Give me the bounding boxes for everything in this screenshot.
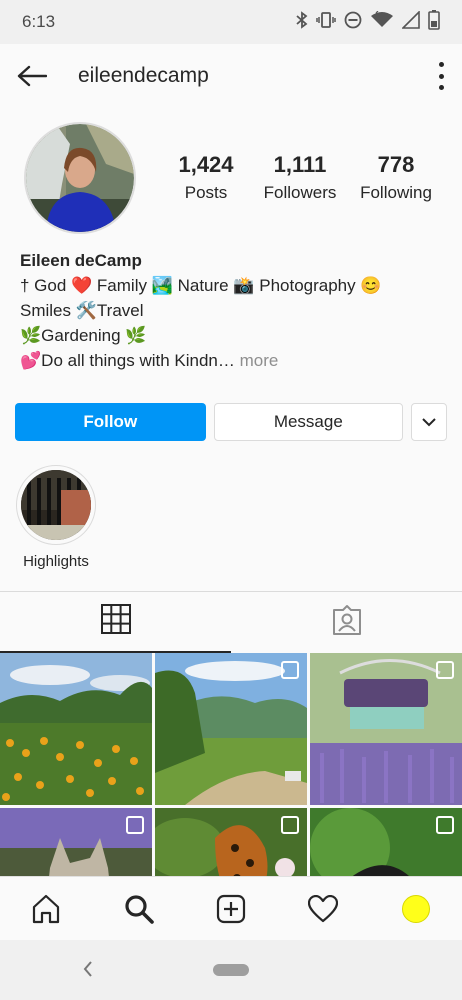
stat-followers-value: 1,111 bbox=[273, 152, 327, 177]
stat-posts-value: 1,424 bbox=[178, 152, 234, 177]
bottom-nav bbox=[0, 876, 462, 940]
suggested-accounts-button[interactable] bbox=[411, 403, 447, 441]
signal-icon bbox=[401, 9, 420, 34]
grid-post[interactable] bbox=[0, 653, 152, 805]
status-bar: 6:13 bbox=[0, 0, 462, 44]
system-nav-bar bbox=[0, 940, 462, 1000]
kebab-icon[interactable] bbox=[436, 62, 446, 90]
multiple-posts-icon bbox=[281, 661, 299, 679]
wifi-icon bbox=[370, 10, 394, 34]
stat-posts[interactable]: 1,424 Posts bbox=[160, 152, 252, 203]
search-icon[interactable] bbox=[115, 885, 163, 933]
bio: Eileen deCamp † God ❤️ Family 🏞️ Nature … bbox=[0, 248, 462, 373]
highlight-item[interactable]: Highlights bbox=[16, 465, 96, 570]
profile-stats: 1,424 Posts 1,111 Followers 778 Followin… bbox=[160, 152, 444, 203]
follow-button[interactable]: Follow bbox=[15, 403, 206, 441]
multiple-posts-icon bbox=[281, 816, 299, 834]
highlight-ring bbox=[16, 465, 96, 545]
multiple-posts-icon bbox=[436, 816, 454, 834]
profile-summary: 1,424 Posts 1,111 Followers 778 Followin… bbox=[0, 108, 462, 242]
stat-following-label: Following bbox=[360, 183, 432, 202]
post-grid bbox=[0, 653, 462, 880]
status-time: 6:13 bbox=[22, 12, 56, 31]
avatar[interactable] bbox=[24, 122, 136, 234]
profile-tabs bbox=[0, 591, 462, 653]
stat-followers[interactable]: 1,111 Followers bbox=[252, 152, 348, 203]
chevron-down-icon bbox=[422, 412, 436, 432]
message-button[interactable]: Message bbox=[213, 403, 404, 441]
new-post-icon[interactable] bbox=[207, 885, 255, 933]
vibrate-icon bbox=[316, 11, 336, 34]
status-icons bbox=[296, 9, 440, 35]
grid-post[interactable] bbox=[310, 808, 462, 880]
profile-avatar-icon bbox=[401, 894, 430, 923]
grid-icon bbox=[100, 604, 131, 639]
battery-icon bbox=[428, 9, 440, 35]
stat-posts-label: Posts bbox=[184, 183, 228, 202]
bio-line: 🌿Gardening 🌿 bbox=[20, 326, 147, 345]
multiple-posts-icon bbox=[126, 816, 144, 834]
bluetooth-icon bbox=[296, 10, 308, 34]
bio-line: † God ❤️ Family 🏞️ Nature 📸 Photography … bbox=[20, 276, 382, 295]
tab-grid[interactable] bbox=[0, 592, 231, 653]
system-home-button[interactable] bbox=[213, 964, 249, 976]
heart-icon[interactable] bbox=[299, 885, 347, 933]
grid-post[interactable] bbox=[0, 808, 152, 880]
profile-tab[interactable] bbox=[392, 885, 440, 933]
profile-actions: Follow Message bbox=[0, 403, 462, 441]
highlights-row: Highlights bbox=[0, 441, 462, 591]
profile-header: eileendecamp bbox=[0, 44, 462, 108]
stat-following-value: 778 bbox=[377, 152, 415, 177]
grid-post[interactable] bbox=[310, 653, 462, 805]
stat-following[interactable]: 778 Following bbox=[348, 152, 444, 203]
tab-tagged[interactable] bbox=[231, 592, 462, 653]
bio-line: Smiles 🛠️Travel bbox=[20, 301, 144, 320]
header-username: eileendecamp bbox=[78, 64, 209, 87]
highlight-label: Highlights bbox=[23, 553, 89, 570]
home-icon[interactable] bbox=[22, 885, 70, 933]
highlight-cover bbox=[21, 470, 91, 540]
arrow-left-icon[interactable] bbox=[16, 60, 48, 92]
bio-line: 💕Do all things with Kindn… bbox=[20, 351, 235, 370]
system-back-icon[interactable] bbox=[82, 960, 94, 983]
bio-line-last: 💕Do all things with Kindn… more bbox=[20, 348, 442, 373]
bio-more-link[interactable]: more bbox=[240, 351, 279, 370]
grid-post[interactable] bbox=[155, 653, 307, 805]
bio-name: Eileen deCamp bbox=[20, 251, 142, 270]
stat-followers-label: Followers bbox=[263, 183, 337, 202]
tagged-icon bbox=[331, 604, 363, 641]
multiple-posts-icon bbox=[436, 661, 454, 679]
dnd-icon bbox=[344, 11, 362, 34]
grid-post[interactable] bbox=[155, 808, 307, 880]
